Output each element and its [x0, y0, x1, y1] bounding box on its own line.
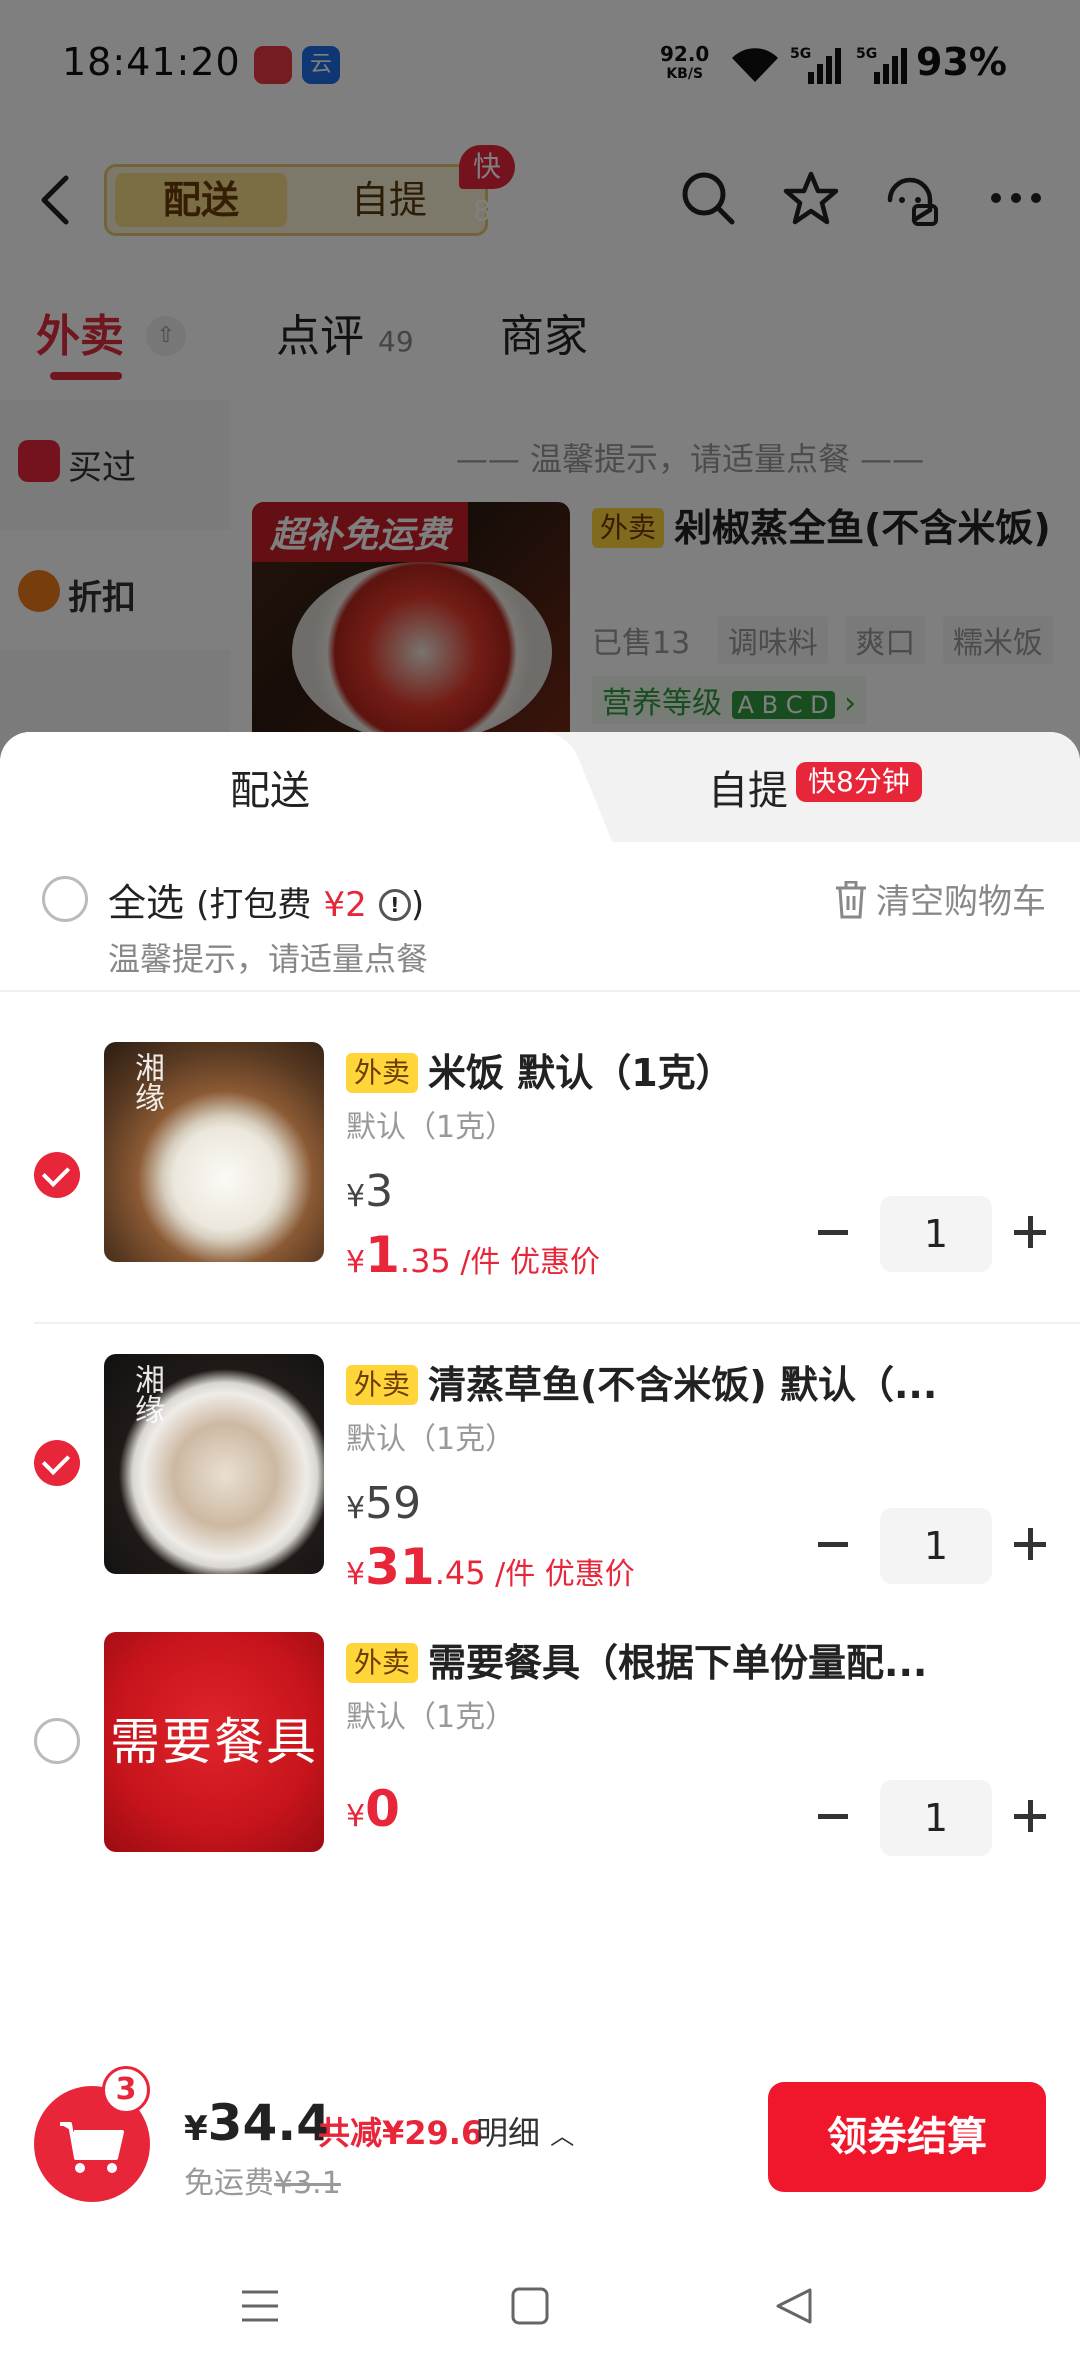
info-icon[interactable]: !	[378, 889, 411, 921]
divider	[34, 1322, 1080, 1324]
select-all-label[interactable]: 全选 (打包费 ¥2 !)	[108, 872, 424, 927]
cart-item: 需要餐具 外卖 需要餐具（根据下单份量配... 默认（1克） ¥0 1	[0, 1632, 1080, 1862]
quantity-stepper: 1	[818, 1780, 1058, 1856]
cart-tab-pickup[interactable]: 自提	[708, 758, 788, 816]
item-deal-price: ¥1.35 /件 优惠价	[346, 1226, 600, 1284]
chevron-up-icon: ︿	[550, 2122, 575, 2150]
trash-icon	[836, 881, 866, 919]
quantity-stepper: 1	[818, 1508, 1058, 1584]
item-spec: 默认（1克）	[346, 1700, 516, 1735]
item-title: 外卖 需要餐具（根据下单份量配...	[346, 1632, 966, 1687]
item-checkbox[interactable]	[34, 1152, 80, 1198]
item-price: ¥0	[346, 1780, 400, 1838]
cart-item: 湘缘 外卖 清蒸草鱼(不含米饭) 默认（... 默认（1克） ¥59 ¥31.45…	[0, 1354, 1080, 1614]
takeout-tag: 外卖	[346, 1643, 419, 1683]
item-original-price: ¥59	[346, 1478, 422, 1529]
back-icon[interactable]	[774, 2286, 814, 2326]
item-spec: 默认（1克）	[346, 1110, 516, 1145]
quantity-value[interactable]: 1	[880, 1196, 992, 1272]
item-image[interactable]: 湘缘	[104, 1354, 324, 1574]
item-original-price: ¥3	[346, 1166, 394, 1217]
quantity-value[interactable]: 1	[880, 1780, 992, 1856]
item-image[interactable]: 湘缘	[104, 1042, 324, 1262]
saving-amount: 共减¥29.6	[318, 2114, 484, 2152]
item-deal-price: ¥31.45 /件 优惠价	[346, 1538, 635, 1596]
increase-button[interactable]	[1014, 1800, 1046, 1832]
quantity-stepper: 1	[818, 1196, 1058, 1272]
quantity-value[interactable]: 1	[880, 1508, 992, 1584]
cart-pickup-badge: 快8分钟	[796, 762, 922, 802]
item-image[interactable]: 需要餐具	[104, 1632, 324, 1852]
item-checkbox[interactable]	[34, 1440, 80, 1486]
system-nav-bar	[0, 2260, 1080, 2376]
home-icon[interactable]	[510, 2286, 550, 2326]
takeout-tag: 外卖	[346, 1365, 419, 1405]
cart-mode-tabs: 配送 自提 快8分钟	[0, 732, 1080, 842]
cart-item: 湘缘 外卖 米饭 默认（1克） 默认（1克） ¥3 ¥1.35 /件 优惠价 1	[0, 1042, 1080, 1322]
checkout-bar: 3 ¥34.4 共减¥29.6 明细 ︿ 免运费¥3.1 领券结算	[0, 2048, 1080, 2218]
checkout-button[interactable]: 领券结算	[768, 2082, 1046, 2192]
select-all-checkbox[interactable]	[42, 876, 88, 922]
cart-tab-delivery[interactable]: 配送	[230, 758, 310, 816]
increase-button[interactable]	[1014, 1216, 1046, 1248]
item-title: 外卖 米饭 默认（1克）	[346, 1042, 966, 1097]
total-price: ¥34.4	[184, 2094, 332, 2152]
item-spec: 默认（1克）	[346, 1422, 516, 1457]
price-detail-button[interactable]: 明细 ︿	[476, 2108, 574, 2154]
menu-icon[interactable]	[240, 2286, 280, 2326]
decrease-button[interactable]	[818, 1230, 848, 1235]
cart-count-badge: 3	[102, 2066, 150, 2114]
increase-button[interactable]	[1014, 1528, 1046, 1560]
item-title: 外卖 清蒸草鱼(不含米饭) 默认（...	[346, 1354, 966, 1409]
decrease-button[interactable]	[818, 1542, 848, 1547]
pack-fee: ¥2	[323, 885, 367, 925]
takeout-tag: 外卖	[346, 1053, 419, 1093]
clear-cart-button[interactable]: 清空购物车	[834, 874, 1046, 923]
cart-hint: 温馨提示，请适量点餐	[108, 940, 429, 978]
item-checkbox[interactable]	[34, 1718, 80, 1764]
select-all-row: 全选 (打包费 ¥2 !) 温馨提示，请适量点餐 清空购物车	[0, 862, 1080, 992]
decrease-button[interactable]	[818, 1814, 848, 1819]
shipping-fee: 免运费¥3.1	[184, 2166, 341, 2201]
